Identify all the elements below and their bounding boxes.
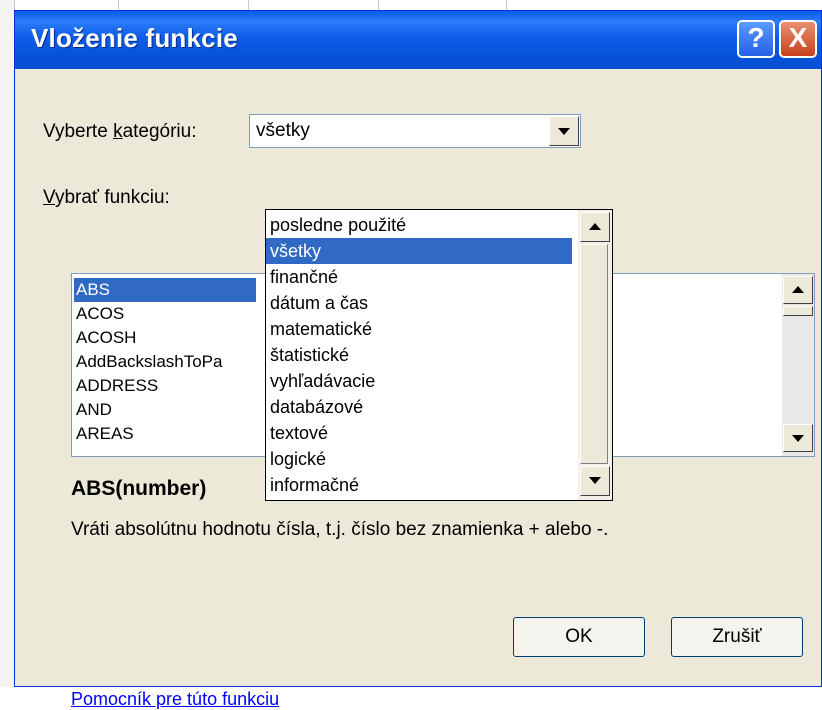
- function-item[interactable]: ABS: [74, 278, 256, 302]
- dropdown-scrollbar[interactable]: [578, 210, 612, 500]
- scroll-down-button[interactable]: [783, 424, 813, 452]
- category-option[interactable]: informačné: [266, 472, 572, 498]
- chevron-down-icon: [558, 128, 570, 135]
- insert-function-dialog: Vloženie funkcie ? X Vyberte kategóriu: …: [14, 10, 822, 709]
- function-description: Vráti absolútnu hodnotu čísla, t.j. čísl…: [71, 519, 609, 540]
- function-item[interactable]: AddBackslashToPa: [74, 350, 222, 374]
- category-option[interactable]: finančné: [266, 264, 572, 290]
- function-item[interactable]: ACOS: [74, 302, 124, 326]
- category-label: Vyberte kategóriu:: [43, 121, 197, 143]
- dropdown-scroll-thumb[interactable]: [580, 244, 608, 464]
- category-option[interactable]: všetky: [266, 238, 572, 264]
- category-dropdown-list[interactable]: posledne použité všetky finančné dátum a…: [265, 209, 613, 501]
- help-button[interactable]: ?: [737, 20, 775, 58]
- function-signature: ABS(number): [71, 477, 207, 500]
- arrow-down-icon: [589, 477, 601, 484]
- close-button[interactable]: X: [779, 20, 817, 58]
- dropdown-scroll-up-button[interactable]: [580, 212, 610, 242]
- arrow-up-icon: [792, 286, 804, 293]
- function-item[interactable]: AREAS: [74, 422, 134, 446]
- title-bar[interactable]: Vloženie funkcie ? X: [15, 11, 821, 69]
- function-item[interactable]: AND: [74, 398, 112, 422]
- arrow-down-icon: [792, 435, 804, 442]
- dialog-title: Vloženie funkcie: [31, 23, 238, 53]
- function-item[interactable]: ACOSH: [74, 326, 136, 350]
- function-item[interactable]: ADDRESS: [74, 374, 158, 398]
- function-list-scrollbar[interactable]: [782, 274, 814, 456]
- combo-dropdown-button[interactable]: [549, 116, 579, 146]
- category-option[interactable]: štatistické: [266, 342, 572, 368]
- function-help-link[interactable]: Pomocník pre túto funkciu: [71, 689, 279, 710]
- category-option[interactable]: matematické: [266, 316, 572, 342]
- category-label-text: Vyberte kategóriu:: [43, 121, 197, 142]
- category-selected-value: všetky: [256, 120, 310, 141]
- arrow-up-icon: [589, 223, 601, 230]
- function-list-label: Vybrať funkciu:: [43, 187, 170, 208]
- category-option[interactable]: textové: [266, 420, 572, 446]
- category-option[interactable]: logické: [266, 446, 572, 472]
- dialog-client: Vyberte kategóriu: všetky Vybrať funkciu…: [19, 69, 817, 709]
- category-combo[interactable]: všetky: [249, 114, 581, 148]
- scroll-thumb[interactable]: [783, 306, 813, 316]
- row-header-strip: [0, 0, 15, 687]
- dropdown-scroll-down-button[interactable]: [580, 466, 610, 496]
- category-option[interactable]: databázové: [266, 394, 572, 420]
- ok-button[interactable]: OK: [513, 617, 645, 657]
- scroll-up-button[interactable]: [783, 276, 813, 304]
- cancel-button[interactable]: Zrušiť: [671, 617, 803, 657]
- category-option[interactable]: dátum a čas: [266, 290, 572, 316]
- category-option[interactable]: posledne použité: [266, 212, 572, 238]
- category-option[interactable]: vyhľadávacie: [266, 368, 572, 394]
